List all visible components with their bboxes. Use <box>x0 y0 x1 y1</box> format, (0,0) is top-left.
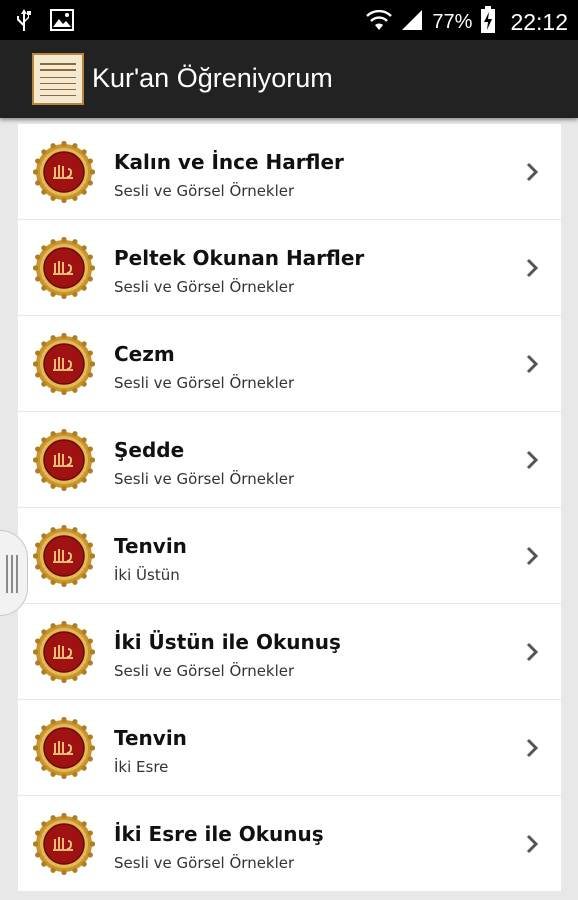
usb-icon <box>16 8 32 36</box>
list-item-title: Tenvin <box>114 726 187 750</box>
list-item-subtitle: Sesli ve Görsel Örnekler <box>114 662 295 680</box>
battery-charging-icon <box>480 6 496 38</box>
chevron-right-icon <box>526 450 539 470</box>
chevron-right-icon <box>526 834 539 854</box>
list-item[interactable]: Cezm Sesli ve Görsel Örnekler <box>18 316 561 411</box>
battery-percent: 77% <box>432 10 473 33</box>
chevron-right-icon <box>526 546 539 566</box>
list-item-title: Cezm <box>114 342 175 366</box>
app-title: Kur'an Öğreniyorum <box>92 63 333 93</box>
chevron-right-icon <box>526 258 539 278</box>
list-item[interactable]: Tenvin İki Esre <box>18 700 561 795</box>
list-item-subtitle: İki Üstün <box>114 566 180 584</box>
action-bar: Kur'an Öğreniyorum <box>0 40 578 118</box>
chevron-right-icon <box>526 162 539 182</box>
allah-calligraphy-medallion-icon <box>33 525 95 587</box>
list-item-subtitle: İki Esre <box>114 758 169 776</box>
allah-calligraphy-medallion-icon <box>33 621 95 683</box>
quran-book-logo[interactable] <box>32 53 84 105</box>
allah-calligraphy-medallion-icon <box>33 429 95 491</box>
signal-icon <box>400 8 424 36</box>
list-item-title: Tenvin <box>114 534 187 558</box>
chevron-right-icon <box>526 642 539 662</box>
status-bar: 77% 22:12 <box>0 0 578 40</box>
list-item[interactable]: İki Esre ile Okunuş Sesli ve Görsel Örne… <box>18 796 561 891</box>
list-item[interactable]: Peltek Okunan Harfler Sesli ve Görsel Ör… <box>18 220 561 315</box>
list-item[interactable]: İki Üstün ile Okunuş Sesli ve Görsel Örn… <box>18 604 561 699</box>
list-item-subtitle: Sesli ve Görsel Örnekler <box>114 854 295 872</box>
list-item[interactable]: Tenvin İki Üstün <box>18 508 561 603</box>
list-item-subtitle: Sesli ve Görsel Örnekler <box>114 182 295 200</box>
allah-calligraphy-medallion-icon <box>33 333 95 395</box>
wifi-icon <box>366 8 393 36</box>
list-item-title: İki Üstün ile Okunuş <box>114 630 341 654</box>
list-item[interactable]: Şedde Sesli ve Görsel Örnekler <box>18 412 561 507</box>
chevron-right-icon <box>526 354 539 374</box>
list-item-title: Kalın ve İnce Harfler <box>114 150 344 174</box>
lesson-list: Kalın ve İnce Harfler Sesli ve Görsel Ör… <box>18 124 561 900</box>
image-icon <box>50 9 74 35</box>
list-item-subtitle: Sesli ve Görsel Örnekler <box>114 278 295 296</box>
list-item-title: Şedde <box>114 438 185 462</box>
list-item-subtitle: Sesli ve Görsel Örnekler <box>114 470 295 488</box>
list-item-title: İki Esre ile Okunuş <box>114 822 324 846</box>
list-item[interactable]: Kalın ve İnce Harfler Sesli ve Görsel Ör… <box>18 124 561 219</box>
allah-calligraphy-medallion-icon <box>33 237 95 299</box>
allah-calligraphy-medallion-icon <box>33 141 95 203</box>
clock: 22:12 <box>510 8 568 35</box>
chevron-right-icon <box>526 738 539 758</box>
allah-calligraphy-medallion-icon <box>33 717 95 779</box>
allah-calligraphy-medallion-icon <box>33 813 95 875</box>
list-item-title: Peltek Okunan Harfler <box>114 246 365 270</box>
list-item-subtitle: Sesli ve Görsel Örnekler <box>114 374 295 392</box>
